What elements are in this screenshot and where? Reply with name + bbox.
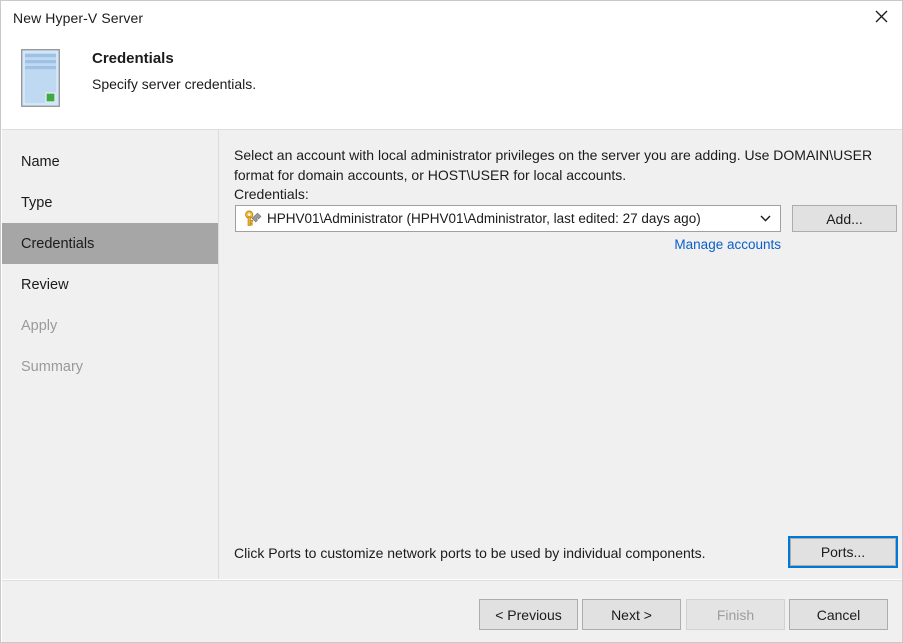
previous-button[interactable]: < Previous — [479, 599, 578, 630]
wizard-body: Name Type Credentials Review Apply Summa… — [2, 129, 902, 579]
page-title: Credentials — [92, 50, 174, 67]
finish-button: Finish — [686, 599, 785, 630]
credentials-dropdown[interactable]: HPHV01\Administrator (HPHV01\Administrat… — [235, 205, 781, 232]
ports-note-text: Click Ports to customize network ports t… — [234, 545, 706, 561]
cancel-button[interactable]: Cancel — [789, 599, 888, 630]
sidebar-item-summary: Summary — [21, 358, 84, 375]
ports-button[interactable]: Ports... — [788, 536, 898, 568]
manage-accounts-link[interactable]: Manage accounts — [664, 237, 781, 252]
sidebar-item-credentials[interactable]: Credentials — [2, 223, 218, 264]
ports-button-label: Ports... — [790, 538, 896, 566]
instructions-text: Select an account with local administrat… — [234, 147, 873, 183]
next-button[interactable]: Next > — [582, 599, 681, 630]
server-icon — [20, 48, 61, 108]
window-title: New Hyper-V Server — [13, 10, 144, 26]
page-subtitle: Specify server credentials. — [92, 76, 257, 92]
chevron-down-icon[interactable] — [750, 215, 780, 222]
wizard-window: New Hyper-V Server Credentials Specify s… — [0, 0, 903, 643]
title-bar: New Hyper-V Server — [1, 1, 902, 37]
close-icon[interactable] — [858, 1, 902, 31]
wizard-content: Select an account with local administrat… — [220, 130, 902, 579]
credentials-label: Credentials: — [234, 186, 309, 202]
wizard-footer: < Previous Next > Finish Cancel — [2, 580, 902, 642]
sidebar-item-review[interactable]: Review — [2, 264, 218, 305]
key-wrench-icon — [241, 210, 265, 227]
sidebar-item-name[interactable]: Name — [2, 141, 218, 182]
credentials-value: HPHV01\Administrator (HPHV01\Administrat… — [267, 211, 701, 226]
add-credential-button[interactable]: Add... — [792, 205, 897, 232]
sidebar-item-apply: Apply — [21, 317, 58, 334]
wizard-header: Credentials Specify server credentials. — [2, 37, 902, 129]
wizard-steps-sidebar: Name Type Credentials Review Apply Summa… — [2, 130, 219, 579]
sidebar-item-type[interactable]: Type — [2, 182, 218, 223]
